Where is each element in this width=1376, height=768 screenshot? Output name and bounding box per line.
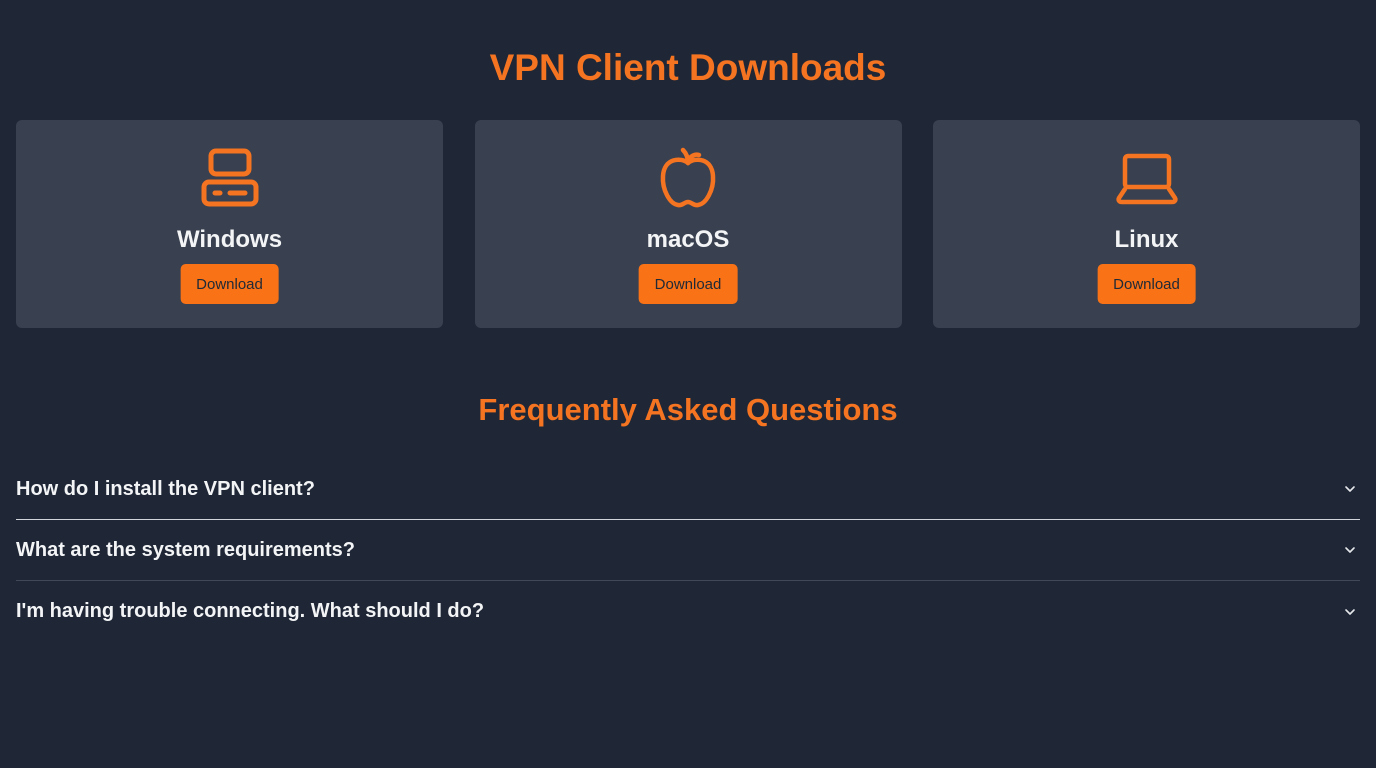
download-linux-button[interactable]: Download [1097,264,1196,304]
chevron-down-icon[interactable] [1342,481,1358,497]
faq-title: Frequently Asked Questions [478,392,898,427]
faq-question: How do I install the VPN client? [16,477,315,500]
platform-card-linux: Linux Download [933,120,1360,328]
platform-name: Linux [1114,226,1179,253]
download-cards: Windows Download macOS Download Linux Do… [16,120,1360,328]
faq-question: What are the system requirements? [16,538,355,561]
platform-card-windows: Windows Download [16,120,443,328]
faq-item-install[interactable]: How do I install the VPN client? [16,459,1360,520]
page: VPN Client Downloads Windows Download ma… [0,0,1376,768]
desktop-computer-icon [198,146,262,210]
faq-list: How do I install the VPN client? What ar… [16,459,1360,642]
download-windows-button[interactable]: Download [180,264,279,304]
laptop-icon [1115,146,1179,210]
download-macos-button[interactable]: Download [638,264,738,304]
platform-name: Windows [176,226,283,253]
chevron-down-icon[interactable] [1342,542,1358,558]
page-title: VPN Client Downloads [489,47,887,88]
platform-name: macOS [646,226,730,253]
apple-icon [656,146,720,210]
chevron-down-icon[interactable] [1342,604,1358,620]
faq-item-requirements[interactable]: What are the system requirements? [16,520,1360,581]
faq-question: I'm having trouble connecting. What shou… [16,600,485,622]
faq-item-troubleshooting[interactable]: I'm having trouble connecting. What shou… [16,581,1360,642]
platform-card-macos: macOS Download [474,120,902,328]
